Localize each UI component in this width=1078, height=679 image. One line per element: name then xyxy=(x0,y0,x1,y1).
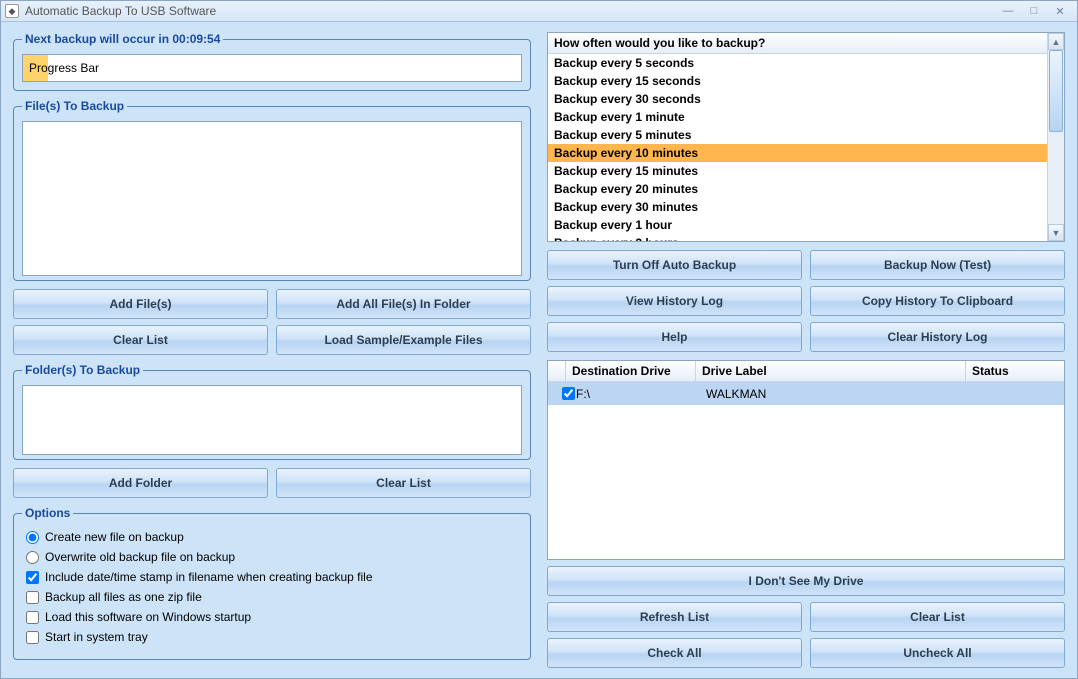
scrollbar[interactable]: ▲ ▼ xyxy=(1047,33,1064,241)
files-legend: File(s) To Backup xyxy=(22,99,127,113)
checkbox-tray[interactable] xyxy=(26,631,39,644)
clear-file-list-button[interactable]: Clear List xyxy=(13,325,268,355)
checkbox-startup[interactable] xyxy=(26,611,39,624)
radio-overwrite[interactable] xyxy=(26,551,39,564)
close-button[interactable]: ✕ xyxy=(1047,2,1073,20)
frequency-list[interactable]: How often would you like to backup? Back… xyxy=(548,33,1047,241)
frequency-item[interactable]: Backup every 5 minutes xyxy=(548,126,1047,144)
option-datetime-label: Include date/time stamp in filename when… xyxy=(45,570,373,584)
folders-legend: Folder(s) To Backup xyxy=(22,363,143,377)
right-column: How often would you like to backup? Back… xyxy=(547,32,1065,668)
options-legend: Options xyxy=(22,506,73,520)
content-area: Next backup will occur in 00:09:54 Progr… xyxy=(1,22,1077,678)
frequency-header: How often would you like to backup? xyxy=(548,33,1047,54)
uncheck-all-button[interactable]: Uncheck All xyxy=(810,638,1065,668)
view-log-button[interactable]: View History Log xyxy=(547,286,802,316)
drive-label: WALKMAN xyxy=(700,386,970,402)
progress-wrap: Progress Bar xyxy=(22,54,522,82)
drive-header-status[interactable]: Status xyxy=(966,361,1064,381)
frequency-item[interactable]: Backup every 30 seconds xyxy=(548,90,1047,108)
frequency-item[interactable]: Backup every 20 minutes xyxy=(548,180,1047,198)
option-create-new[interactable]: Create new file on backup xyxy=(26,530,518,544)
app-window: ◆ Automatic Backup To USB Software — □ ✕… xyxy=(0,0,1078,679)
app-icon: ◆ xyxy=(5,4,19,18)
next-backup-legend: Next backup will occur in 00:09:54 xyxy=(22,32,223,46)
frequency-item[interactable]: Backup every 10 minutes xyxy=(548,144,1047,162)
option-create-new-label: Create new file on backup xyxy=(45,530,184,544)
option-overwrite-label: Overwrite old backup file on backup xyxy=(45,550,235,564)
frequency-item[interactable]: Backup every 5 seconds xyxy=(548,54,1047,72)
refresh-list-button[interactable]: Refresh List xyxy=(547,602,802,632)
progress-label: Progress Bar xyxy=(23,61,99,75)
scroll-track[interactable] xyxy=(1048,50,1064,224)
radio-create-new[interactable] xyxy=(26,531,39,544)
drive-row[interactable]: F:\WALKMAN xyxy=(548,382,1064,405)
check-all-button[interactable]: Check All xyxy=(547,638,802,668)
help-button[interactable]: Help xyxy=(547,322,802,352)
drive-header-label[interactable]: Drive Label xyxy=(696,361,966,381)
files-panel: File(s) To Backup xyxy=(13,99,531,281)
add-files-button[interactable]: Add File(s) xyxy=(13,289,268,319)
options-panel: Options Create new file on backup Overwr… xyxy=(13,506,531,660)
option-zip[interactable]: Backup all files as one zip file xyxy=(26,590,518,604)
frequency-item[interactable]: Backup every 15 seconds xyxy=(548,72,1047,90)
next-backup-panel: Next backup will occur in 00:09:54 Progr… xyxy=(13,32,531,91)
checkbox-datetime[interactable] xyxy=(26,571,39,584)
load-sample-button[interactable]: Load Sample/Example Files xyxy=(276,325,531,355)
add-all-files-button[interactable]: Add All File(s) In Folder xyxy=(276,289,531,319)
folders-list[interactable] xyxy=(22,385,522,455)
drive-name: F:\ xyxy=(570,386,700,402)
folders-panel: Folder(s) To Backup xyxy=(13,363,531,460)
drive-header: Destination Drive Drive Label Status xyxy=(548,361,1064,382)
scroll-thumb[interactable] xyxy=(1049,50,1063,132)
frequency-item[interactable]: Backup every 1 hour xyxy=(548,216,1047,234)
maximize-button[interactable]: □ xyxy=(1021,2,1047,20)
window-title: Automatic Backup To USB Software xyxy=(25,4,995,18)
frequency-panel: How often would you like to backup? Back… xyxy=(547,32,1065,242)
drive-header-dest[interactable]: Destination Drive xyxy=(566,361,696,381)
titlebar: ◆ Automatic Backup To USB Software — □ ✕ xyxy=(1,1,1077,22)
clear-drive-list-button[interactable]: Clear List xyxy=(810,602,1065,632)
frequency-item[interactable]: Backup every 2 hours xyxy=(548,234,1047,241)
copy-log-button[interactable]: Copy History To Clipboard xyxy=(810,286,1065,316)
scroll-down-icon[interactable]: ▼ xyxy=(1048,224,1064,241)
option-overwrite[interactable]: Overwrite old backup file on backup xyxy=(26,550,518,564)
scroll-up-icon[interactable]: ▲ xyxy=(1048,33,1064,50)
option-datetime[interactable]: Include date/time stamp in filename when… xyxy=(26,570,518,584)
checkbox-zip[interactable] xyxy=(26,591,39,604)
frequency-item[interactable]: Backup every 15 minutes xyxy=(548,162,1047,180)
clear-folder-list-button[interactable]: Clear List xyxy=(276,468,531,498)
frequency-item[interactable]: Backup every 1 minute xyxy=(548,108,1047,126)
option-tray[interactable]: Start in system tray xyxy=(26,630,518,644)
option-tray-label: Start in system tray xyxy=(45,630,148,644)
add-folder-button[interactable]: Add Folder xyxy=(13,468,268,498)
minimize-button[interactable]: — xyxy=(995,2,1021,20)
clear-log-button[interactable]: Clear History Log xyxy=(810,322,1065,352)
option-startup[interactable]: Load this software on Windows startup xyxy=(26,610,518,624)
drive-status xyxy=(970,393,982,395)
left-column: Next backup will occur in 00:09:54 Progr… xyxy=(13,32,531,668)
frequency-item[interactable]: Backup every 30 minutes xyxy=(548,198,1047,216)
drive-panel: Destination Drive Drive Label Status F:\… xyxy=(547,360,1065,560)
option-startup-label: Load this software on Windows startup xyxy=(45,610,251,624)
backup-now-button[interactable]: Backup Now (Test) xyxy=(810,250,1065,280)
files-list[interactable] xyxy=(22,121,522,276)
turn-off-button[interactable]: Turn Off Auto Backup xyxy=(547,250,802,280)
option-zip-label: Backup all files as one zip file xyxy=(45,590,202,604)
dont-see-drive-button[interactable]: I Don't See My Drive xyxy=(547,566,1065,596)
